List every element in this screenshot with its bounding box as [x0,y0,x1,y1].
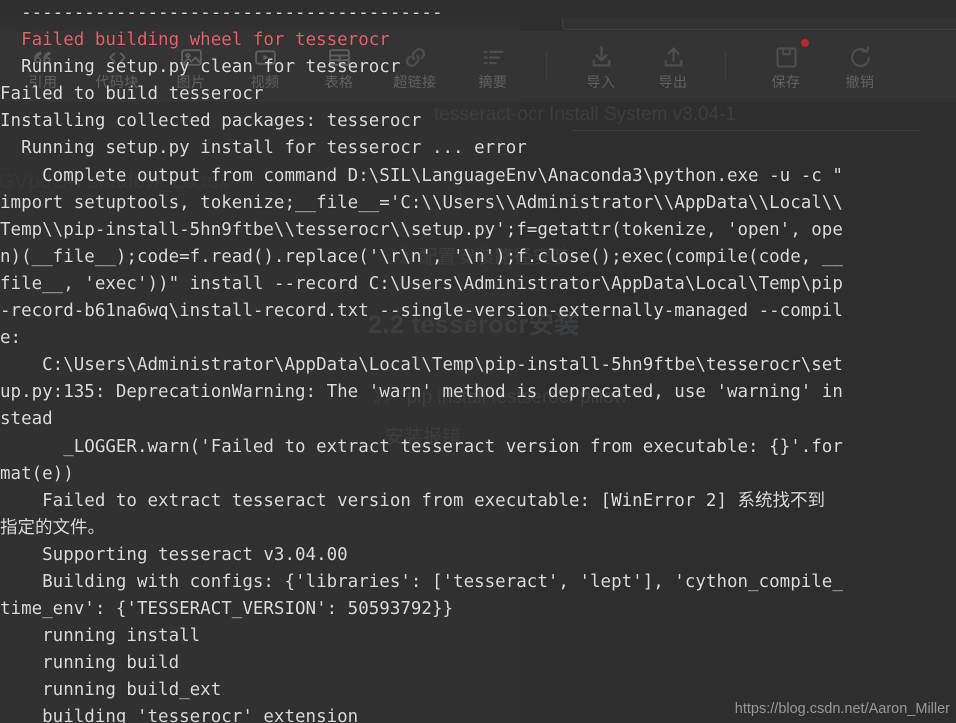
blog-watermark: https://blog.csdn.net/Aaron_Miller [734,701,950,717]
console-line: ---------------------------------------- [0,3,443,23]
console-line: up.py:135: DeprecationWarning: The 'warn… [0,382,843,403]
console-line: Temp\\pip-install-5hn9ftbe\\tesserocr\\s… [0,219,843,240]
console-line: 指定的文件。 [0,517,105,538]
console-line: Failed to build tesserocr [0,84,264,105]
console-line: C:\Users\Administrator\AppData\Local\Tem… [0,355,843,376]
console-line: Running setup.py clean for tesserocr [0,57,401,78]
console-line: -record-b61na6wq\install-record.txt --si… [0,301,843,322]
console-line: time_env': {'TESSERACT_VERSION': 5059379… [0,599,454,620]
console-output-overlay: ----------------------------------------… [0,0,956,723]
console-line: mat(e)) [0,463,74,484]
console-line: _LOGGER.warn('Failed to extract tesserac… [0,436,843,457]
console-line: import setuptools, tokenize;__file__='C:… [0,192,843,213]
console-line: n)(__file__);code=f.read().replace('\r\n… [0,246,843,267]
console-line: Failed building wheel for tesserocr [0,30,390,51]
console-line: stead [0,409,53,430]
console-line: Running setup.py install for tesserocr .… [0,138,527,159]
console-line: Supporting tesseract v3.04.00 [0,544,348,565]
screenshot-root: 引用 代码块 图片 视频 表格 超链接 摘要 导入 导出 保存 撤销 tesse… [0,0,956,723]
console-line: e: [0,328,22,349]
console-line: Installing collected packages: tesserocr [0,111,422,132]
console-line: running build [0,653,180,674]
console-line: Failed to extract tesseract version from… [0,490,826,511]
console-line: running install [0,626,201,647]
console-line: Complete output from command D:\SIL\Lang… [0,165,843,186]
console-line: Building with configs: {'libraries': ['t… [0,571,843,592]
console-line: file__, 'exec'))" install --record C:\Us… [0,273,843,294]
